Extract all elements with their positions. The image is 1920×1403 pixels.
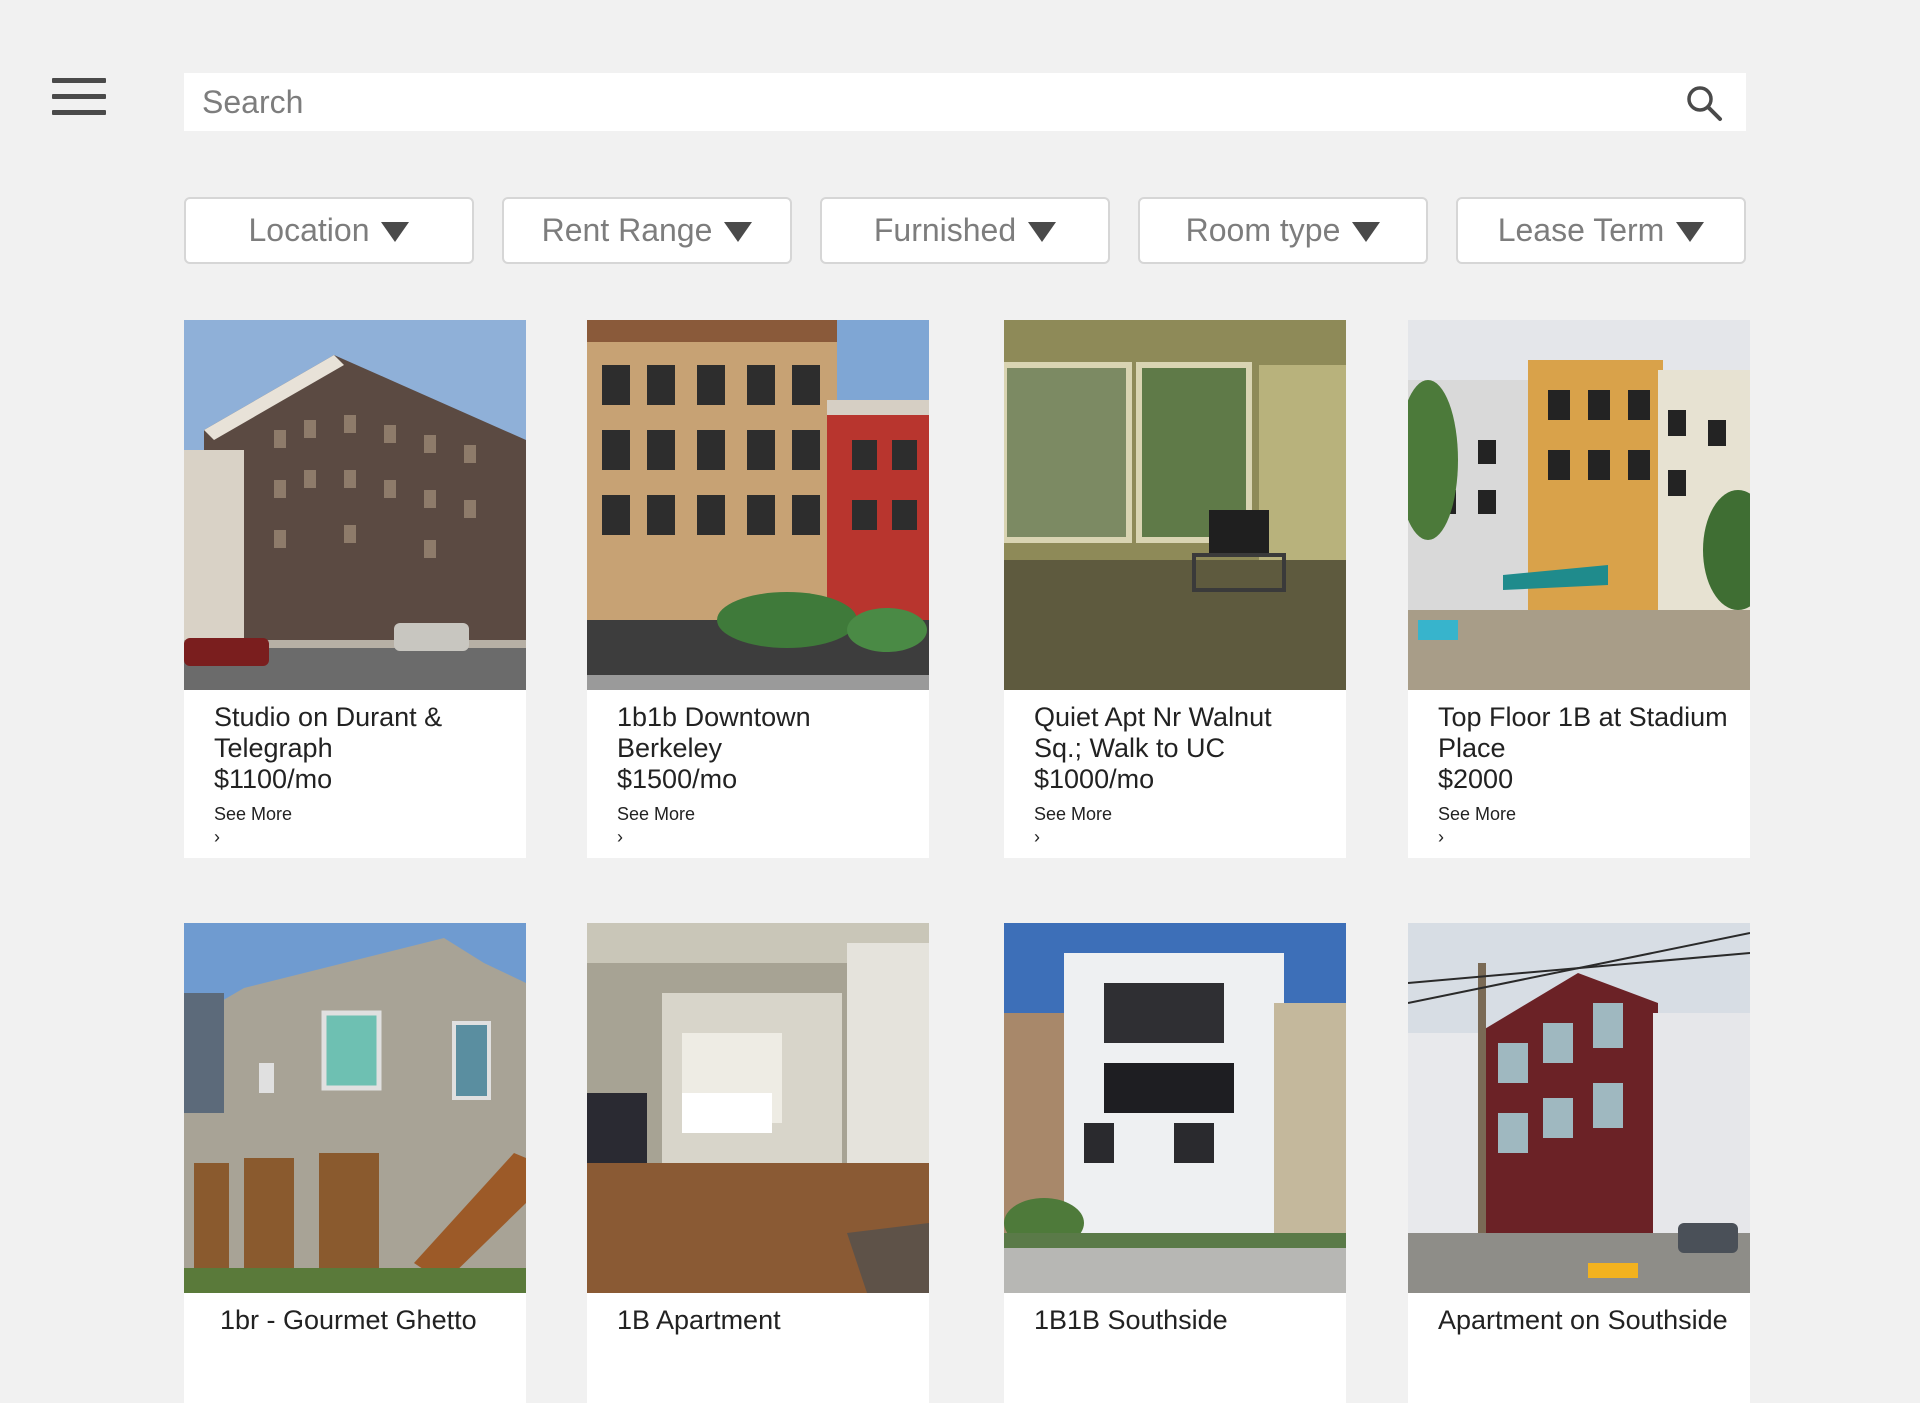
listing-photo	[184, 923, 526, 1293]
listing-card[interactable]: Quiet Apt Nr Walnut Sq.; Walk to UC $100…	[1004, 320, 1346, 858]
caret-down-icon	[1676, 222, 1705, 242]
chevron-right-icon[interactable]: ›	[1034, 827, 1326, 847]
listing-card[interactable]: 1B Apartment	[587, 923, 929, 1403]
listing-photo	[587, 320, 929, 690]
listing-title: Studio on Durant & Telegraph	[214, 702, 443, 763]
listing-price: $1500/mo	[617, 764, 738, 794]
filter-label: Rent Range	[541, 212, 713, 248]
listing-photo	[1004, 923, 1346, 1293]
hamburger-menu-icon[interactable]	[52, 78, 106, 120]
listing-card[interactable]: 1b1b Downtown Berkeley $1500/mo See More…	[587, 320, 929, 858]
see-more-link[interactable]: See More	[1034, 803, 1326, 825]
filter-furnished[interactable]: Furnished	[820, 197, 1110, 264]
search-input[interactable]	[184, 73, 1652, 131]
caret-down-icon	[381, 222, 410, 242]
listing-title: 1B Apartment	[617, 1305, 781, 1335]
see-more-link[interactable]: See More	[214, 803, 506, 825]
listing-card[interactable]: 1br - Gourmet Ghetto	[184, 923, 526, 1403]
see-more-link[interactable]: See More	[1438, 803, 1730, 825]
listing-photo	[1408, 320, 1750, 690]
listing-title: Apartment on Southside	[1438, 1305, 1728, 1335]
listing-price: $1100/mo	[214, 764, 333, 794]
filter-lease-term[interactable]: Lease Term	[1456, 197, 1746, 264]
search-bar	[184, 73, 1746, 131]
listing-price: $2000	[1438, 764, 1514, 794]
listing-title: 1br - Gourmet Ghetto	[220, 1305, 477, 1335]
listing-card[interactable]: Studio on Durant & Telegraph $1100/mo Se…	[184, 320, 526, 858]
filter-bar: Location Rent Range Furnished Room type …	[184, 197, 1746, 264]
listing-photo	[184, 320, 526, 690]
filter-label: Furnished	[873, 212, 1017, 248]
listing-title: 1B1B Southside	[1034, 1305, 1228, 1335]
listing-photo	[1408, 923, 1750, 1293]
chevron-right-icon[interactable]: ›	[214, 827, 506, 847]
filter-rent-range[interactable]: Rent Range	[502, 197, 792, 264]
filter-label: Lease Term	[1497, 212, 1665, 248]
listing-title: 1b1b Downtown Berkeley	[617, 702, 811, 763]
filter-room-type[interactable]: Room type	[1138, 197, 1428, 264]
caret-down-icon	[724, 222, 753, 242]
search-icon[interactable]	[1684, 83, 1724, 123]
listing-photo	[1004, 320, 1346, 690]
filter-label: Room type	[1185, 212, 1341, 248]
filter-location[interactable]: Location	[184, 197, 474, 264]
filter-label: Location	[248, 212, 370, 248]
listing-photo	[587, 923, 929, 1293]
caret-down-icon	[1028, 222, 1057, 242]
listing-title: Quiet Apt Nr Walnut Sq.; Walk to UC	[1034, 702, 1272, 763]
listing-card[interactable]: Top Floor 1B at Stadium Place $2000 See …	[1408, 320, 1750, 858]
caret-down-icon	[1352, 222, 1381, 242]
see-more-link[interactable]: See More	[617, 803, 909, 825]
listing-card[interactable]: 1B1B Southside	[1004, 923, 1346, 1403]
chevron-right-icon[interactable]: ›	[617, 827, 909, 847]
listing-price: $1000/mo	[1034, 764, 1155, 794]
listing-card[interactable]: Apartment on Southside	[1408, 923, 1750, 1403]
listing-title: Top Floor 1B at Stadium Place	[1438, 702, 1728, 763]
chevron-right-icon[interactable]: ›	[1438, 827, 1730, 847]
